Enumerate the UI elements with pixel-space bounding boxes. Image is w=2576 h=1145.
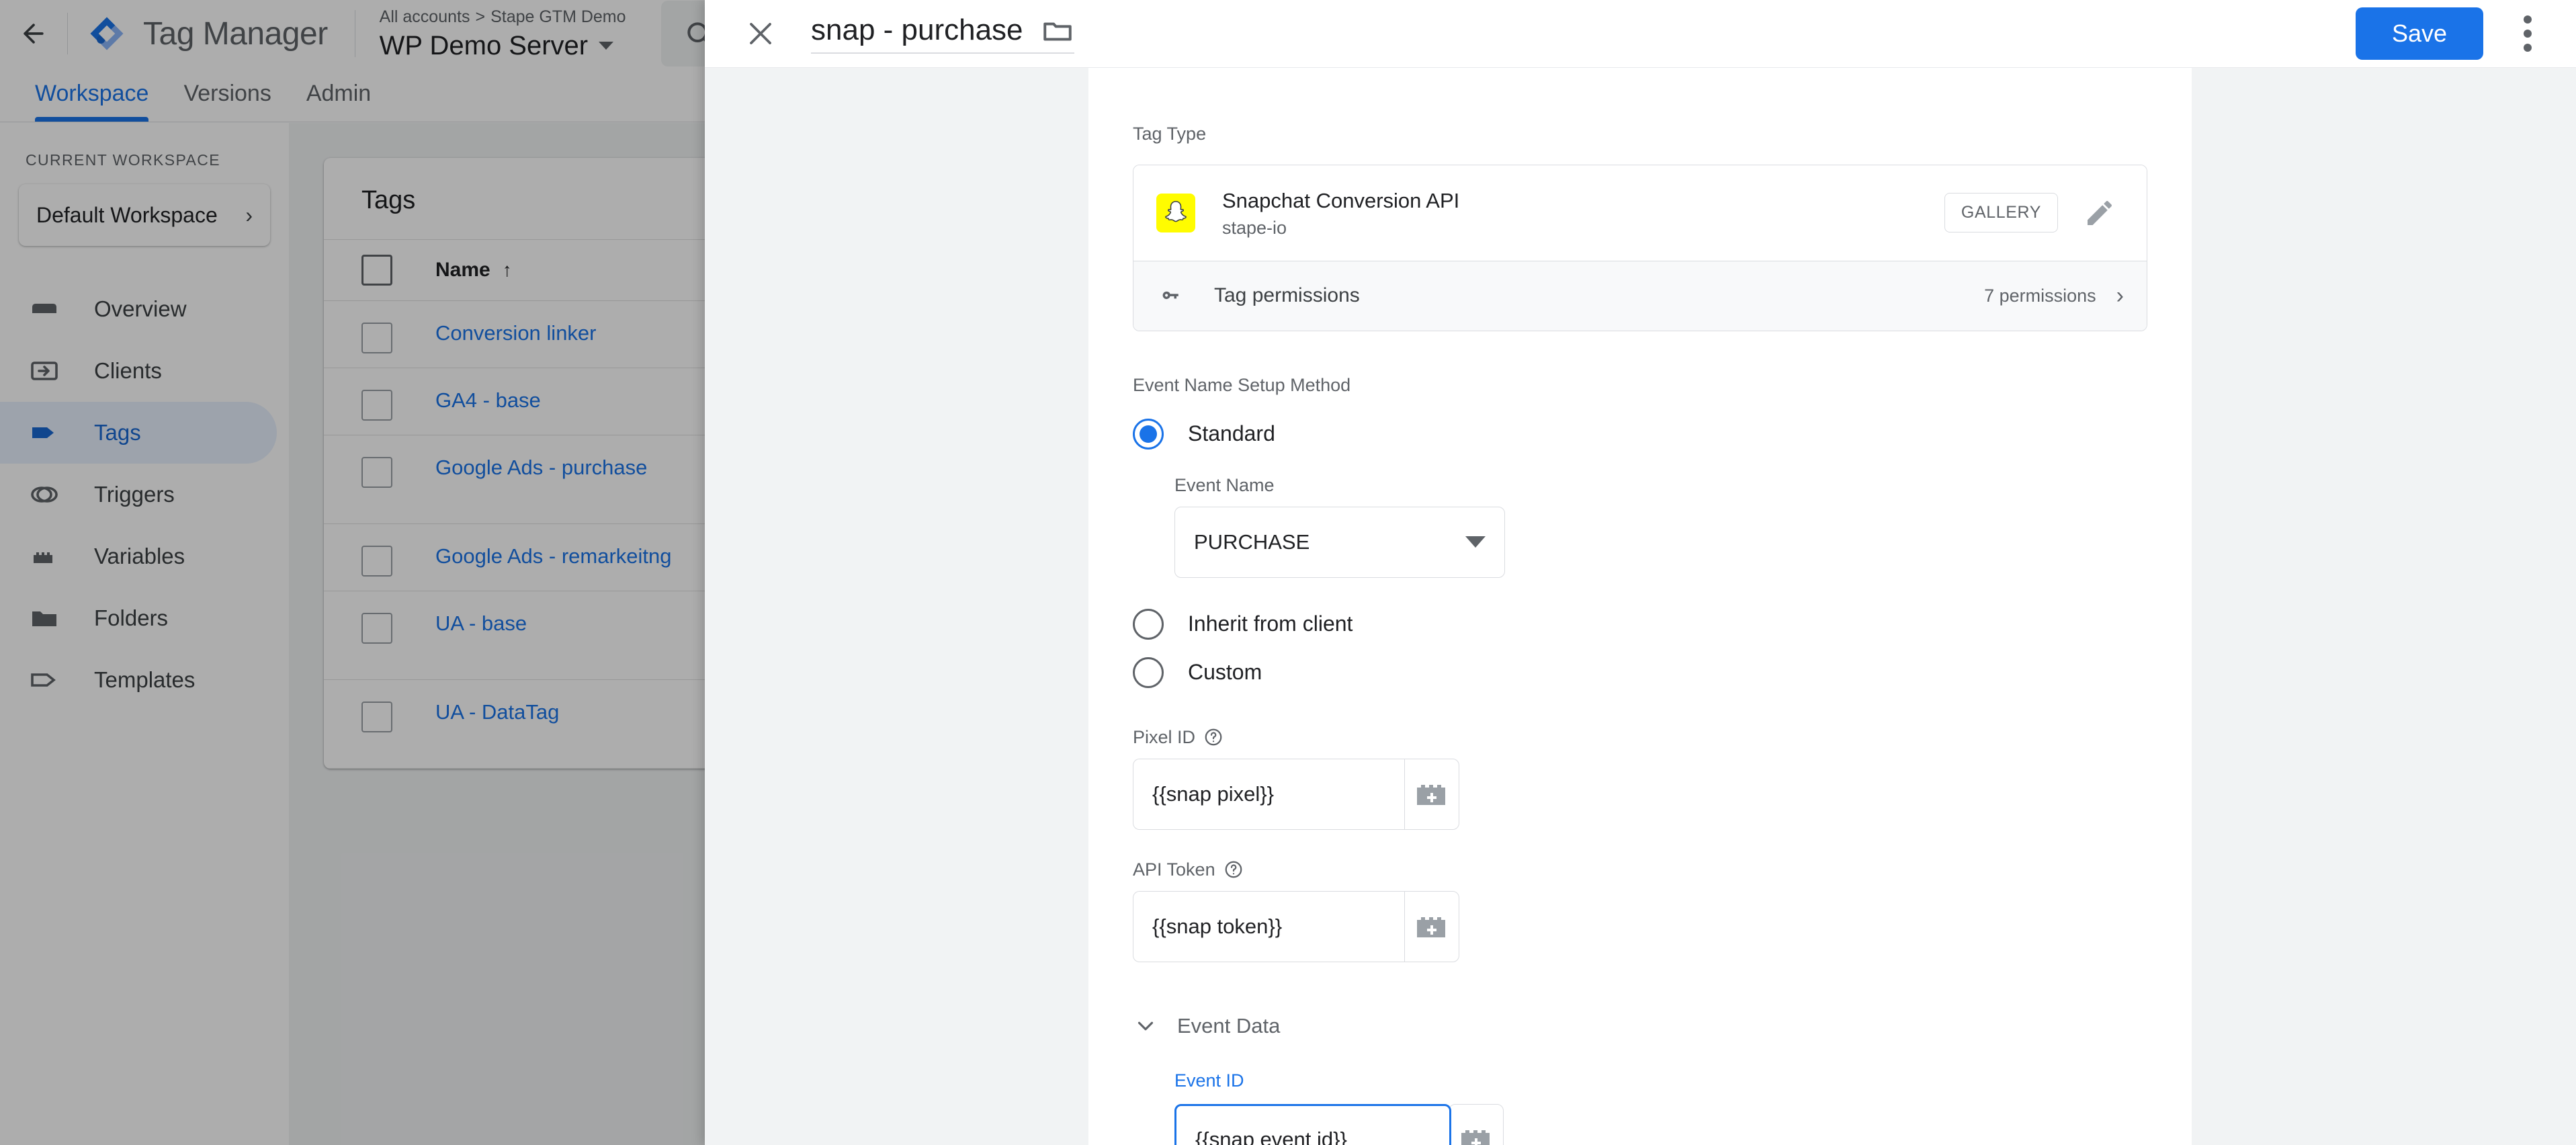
variable-picker-icon [1417, 784, 1445, 805]
tag-name-field[interactable]: snap - purchase [811, 13, 1074, 54]
api-token-field: {{snap token}} [1133, 890, 2147, 962]
tag-editor-dialog: snap - purchase Save Tag Type Snapchat C… [705, 0, 2576, 1145]
event-id-label: Event ID [1174, 1070, 1244, 1091]
chevron-down-icon [1137, 1021, 1154, 1030]
pixel-id-value: {{snap pixel}} [1152, 781, 1275, 806]
event-name-select[interactable]: PURCHASE [1174, 506, 1505, 578]
api-token-input[interactable]: {{snap token}} [1133, 890, 1404, 962]
pixel-id-label: Pixel ID [1133, 726, 1196, 747]
tag-permissions-count: 7 permissions [1984, 285, 2096, 306]
event-name-value: PURCHASE [1194, 529, 1310, 554]
modal-scrim[interactable] [0, 0, 705, 1145]
dialog-title[interactable]: snap - purchase [811, 13, 1023, 47]
help-icon[interactable] [1203, 727, 1223, 747]
radio-label: Inherit from client [1188, 611, 1353, 636]
event-id-variable-picker-button[interactable] [1449, 1104, 1504, 1145]
pencil-icon [2088, 200, 2112, 225]
radio-button-icon [1133, 418, 1164, 450]
api-token-variable-picker-button[interactable] [1404, 890, 1459, 962]
api-token-value: {{snap token}} [1152, 914, 1283, 938]
pixel-id-field: {{snap pixel}} [1133, 758, 2147, 830]
dot [2524, 15, 2532, 24]
chevron-down-icon [1465, 536, 1486, 548]
event-id-field: {{snap event id}} [1174, 1104, 2147, 1145]
tag-type-vendor: stape-io [1222, 218, 1287, 239]
help-icon[interactable] [1223, 859, 1244, 880]
pixel-id-input[interactable]: {{snap pixel}} [1133, 758, 1404, 830]
tag-type-row[interactable]: Snapchat Conversion API stape-io GALLERY [1133, 165, 2147, 261]
dot [2524, 44, 2532, 52]
tag-type-label: Tag Type [1133, 124, 1207, 144]
variable-picker-icon [1461, 1130, 1490, 1145]
key-icon [1156, 280, 1187, 311]
radio-inherit-from-client[interactable]: Inherit from client [1133, 608, 2147, 640]
chevron-right-icon: › [2116, 282, 2124, 308]
edit-tag-type-button[interactable] [2075, 189, 2124, 237]
tag-type-name: Snapchat Conversion API [1222, 189, 1460, 213]
dot [2524, 30, 2532, 38]
event-id-value: {{snap event id}} [1195, 1128, 1347, 1145]
radio-button-icon [1133, 656, 1164, 688]
event-name-group: Event Name PURCHASE [1174, 475, 2147, 578]
radio-label: Standard [1188, 421, 1275, 446]
radio-label: Custom [1188, 660, 1262, 685]
pixel-id-label-row: Pixel ID [1133, 727, 2147, 748]
gallery-badge[interactable]: GALLERY [1944, 193, 2058, 233]
event-data-title: Event Data [1177, 1013, 1281, 1037]
radio-button-icon [1133, 608, 1164, 640]
variable-picker-icon [1417, 917, 1445, 937]
tag-type-card: Snapchat Conversion API stape-io GALLERY [1133, 164, 2147, 331]
radio-standard[interactable]: Standard [1133, 418, 2147, 450]
tag-permissions-label: Tag permissions [1214, 284, 1360, 307]
snapchat-icon [1156, 193, 1195, 232]
dialog-body: Tag Type Snapchat Conversion API stape-i… [705, 67, 2576, 1145]
pixel-id-variable-picker-button[interactable] [1404, 758, 1459, 830]
event-id-group: Event ID {{snap event id}} [1174, 1068, 2147, 1145]
tag-config-sheet: Tag Type Snapchat Conversion API stape-i… [1088, 68, 2192, 1145]
radio-custom[interactable]: Custom [1133, 656, 2147, 688]
api-token-label: API Token [1133, 859, 1215, 880]
tag-permissions-row[interactable]: Tag permissions 7 permissions › [1133, 260, 2147, 331]
save-button[interactable]: Save [2355, 7, 2483, 60]
close-icon [750, 23, 771, 44]
event-name-label: Event Name [1174, 474, 1275, 495]
dialog-header: snap - purchase Save [705, 0, 2576, 67]
event-id-input[interactable]: {{snap event id}} [1174, 1104, 1451, 1145]
api-token-label-row: API Token [1133, 859, 2147, 880]
folder-icon[interactable] [1041, 13, 1074, 47]
event-name-setup-label: Event Name Setup Method [1133, 374, 1351, 395]
event-data-section-header[interactable]: Event Data [1133, 1013, 2147, 1039]
close-button[interactable] [732, 5, 789, 62]
more-options-button[interactable] [2499, 5, 2556, 62]
